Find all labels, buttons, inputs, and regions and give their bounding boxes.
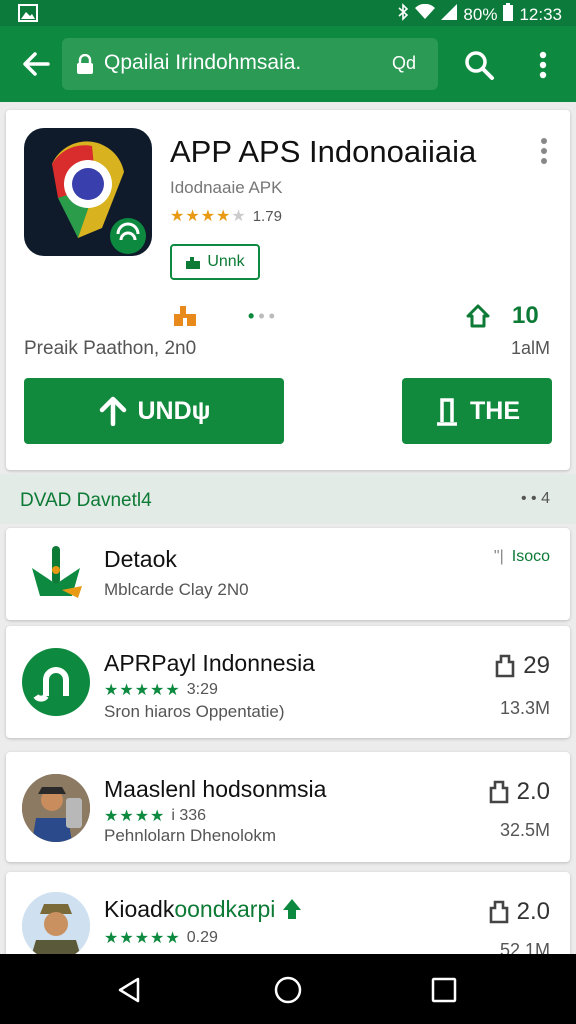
wifi-icon xyxy=(415,3,436,25)
downloads-icon xyxy=(172,302,198,328)
item-stat: 2.0 xyxy=(489,778,550,806)
developer-name[interactable]: Idodnaaie APK xyxy=(170,178,282,198)
home-outline-icon xyxy=(464,302,492,330)
plant-logo-icon xyxy=(22,540,90,608)
star-rating-icon: ★★★★★ xyxy=(170,208,247,225)
list-item[interactable]: Maaslenl hodsonmsia ★★★★ i 336 Pehnlolar… xyxy=(6,752,570,862)
badge-label: Unnk xyxy=(207,253,245,270)
search-icon[interactable] xyxy=(462,48,496,82)
app-title: APP APS Indonoaiiaia xyxy=(170,134,477,169)
rating-value: 0.29 xyxy=(186,929,218,946)
item-subtitle: Sron hiaros Oppentatie) xyxy=(104,702,285,721)
item-name: APRPayl Indonnesia xyxy=(104,650,315,676)
open-icon xyxy=(437,398,457,426)
star-rating-icon: ★★★★ xyxy=(104,808,166,825)
clock: 12:33 xyxy=(519,4,562,24)
app-bar: Qpailai Irindohmsaia. Qd xyxy=(0,26,576,102)
status-bar: 80% 12:33 xyxy=(0,0,576,26)
size-number: 10 xyxy=(512,302,539,329)
signal-icon xyxy=(441,4,458,25)
install-label: UNDψ xyxy=(137,396,211,425)
list-item[interactable]: Detaok Mblcarde Clay 2N0 "| Isoco xyxy=(6,528,570,620)
rating-value: 1.79 xyxy=(252,207,282,225)
app-detail-card: APP APS Indonoaiiaia Idodnaaie APK ★★★★★… xyxy=(6,110,570,470)
app-logo-icon xyxy=(24,128,152,256)
app-logo-icon xyxy=(22,648,90,716)
item-name: Kioadkoondkarpi xyxy=(104,896,302,923)
download-box-icon xyxy=(489,900,508,924)
item-name-main: Kioadk xyxy=(104,896,175,922)
item-size: 32.5M xyxy=(499,820,550,840)
item-rating: ★★★★★ 3:29 xyxy=(104,680,218,700)
search-input[interactable]: Qpailai Irindohmsaia. Qd xyxy=(62,38,438,90)
item-size: 13.3M xyxy=(499,698,550,718)
item-stat-value: 2.0 xyxy=(516,778,550,805)
avatar xyxy=(22,892,90,960)
item-tag[interactable]: "| Isoco xyxy=(494,548,550,566)
star-rating-icon: ★★★★★ xyxy=(104,930,181,947)
app-size: 1alM xyxy=(510,338,550,358)
nav-home-icon[interactable] xyxy=(272,974,304,1006)
item-stat: 29 xyxy=(495,652,550,680)
content-badge[interactable]: Unnk xyxy=(170,244,260,280)
item-name: Maaslenl hodsonmsia xyxy=(104,776,327,802)
list-item[interactable]: APRPayl Indonnesia ★★★★★ 3:29 Sron hiaro… xyxy=(6,626,570,738)
item-stat-value: 2.0 xyxy=(516,898,550,925)
search-suffix: Qd xyxy=(391,53,416,73)
item-rating: ★★★★ i 336 xyxy=(104,806,206,826)
nav-back-icon[interactable] xyxy=(114,974,146,1006)
battery-percent: 80% xyxy=(463,4,498,24)
item-tag-label: Isoco xyxy=(511,548,550,565)
star-rating-icon: ★★★★★ xyxy=(104,682,181,699)
system-nav-bar xyxy=(0,954,576,1024)
open-button[interactable]: THE xyxy=(402,378,552,444)
battery-icon xyxy=(503,3,514,26)
rating-value: 3:29 xyxy=(186,681,218,698)
section-more[interactable]: • • 4 xyxy=(521,490,550,508)
app-meta: Preaik Paathon, 2n0 xyxy=(24,338,197,359)
arrow-up-icon xyxy=(99,396,126,426)
item-stat-value: 29 xyxy=(523,652,550,679)
section-title: DVAD Davnetl4 xyxy=(20,490,152,511)
open-label: THE xyxy=(470,396,520,425)
item-rating: ★★★★★ 0.29 xyxy=(104,928,218,948)
lock-icon xyxy=(76,53,94,74)
rating-value: i 336 xyxy=(171,807,207,824)
item-stat: 2.0 xyxy=(489,898,550,926)
download-box-icon xyxy=(489,780,508,804)
more-vert-icon[interactable] xyxy=(530,50,556,80)
avatar xyxy=(22,774,90,842)
item-name-accent: oondkarpi xyxy=(174,896,276,922)
download-box-icon xyxy=(495,654,515,678)
nav-recents-icon[interactable] xyxy=(428,974,460,1006)
verified-badge-icon xyxy=(282,899,301,919)
page-indicator: ••• xyxy=(248,306,279,326)
install-button[interactable]: UNDψ xyxy=(24,378,284,444)
badge-icon xyxy=(186,257,201,269)
image-notification-icon xyxy=(18,4,38,27)
back-arrow-icon[interactable] xyxy=(20,48,52,80)
item-subtitle: Pehnlolarn Dhenolokm xyxy=(104,826,276,845)
search-query: Qpailai Irindohmsaia. xyxy=(104,51,302,74)
app-rating: ★★★★★ 1.79 xyxy=(170,206,282,226)
card-more-icon[interactable] xyxy=(532,136,556,166)
bluetooth-icon xyxy=(397,3,409,26)
section-header: DVAD Davnetl4 • • 4 xyxy=(0,474,576,524)
item-name: Detaok xyxy=(104,546,177,572)
item-subtitle: Mblcarde Clay 2N0 xyxy=(104,580,249,599)
